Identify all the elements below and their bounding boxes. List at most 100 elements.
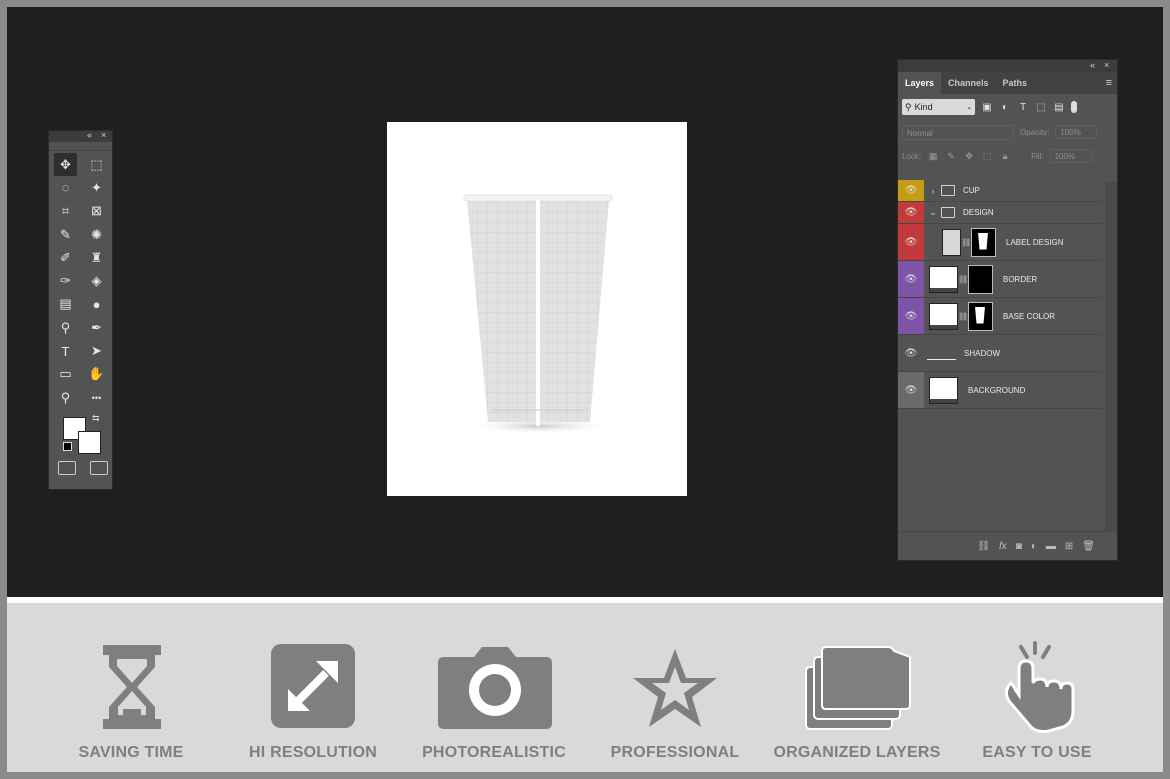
adjustment-layer-icon[interactable]: ◐ — [1031, 541, 1037, 552]
layers-panel-header[interactable]: « × — [898, 60, 1117, 72]
new-layer-icon[interactable]: ⊞ — [1065, 541, 1073, 552]
folder-icon — [941, 207, 955, 218]
tab-paths[interactable]: Paths — [996, 72, 1035, 94]
mask-link-icon[interactable]: ⛓ — [961, 238, 971, 247]
dodge-icon[interactable]: ⚲ — [54, 316, 77, 339]
blur-icon[interactable]: ● — [85, 293, 108, 316]
rectangle-shape-icon[interactable]: ▭ — [54, 363, 77, 386]
layer-row[interactable]: 👁︎ ⛓ BORDER — [898, 261, 1103, 298]
panel-menu-icon[interactable]: ≡ — [1106, 77, 1112, 89]
feature-professional: PROFESSIONAL — [608, 603, 742, 772]
visibility-eye-icon[interactable]: 👁︎ — [898, 335, 924, 371]
shape-filter-icon[interactable]: ⬚ — [1035, 101, 1047, 113]
layer-row[interactable]: 👁︎ ⛓ BASE COLOR — [898, 298, 1103, 335]
path-select-icon[interactable]: ➤ — [85, 339, 108, 362]
layer-row[interactable]: 👁︎ SHADOW — [898, 335, 1103, 372]
layer-thumbnail — [942, 228, 961, 256]
star-icon — [633, 649, 717, 727]
eyedropper-icon[interactable]: ✎ — [54, 223, 77, 246]
chevron-down-icon: ⌄ — [966, 104, 972, 111]
mask-link-icon[interactable]: ⛓ — [958, 275, 968, 284]
layer-thumbnail — [929, 265, 958, 293]
filter-kind-select[interactable]: ⚲ Kind ⌄ — [902, 99, 975, 115]
feature-photorealistic: PHOTOREALISTIC — [420, 603, 568, 772]
smart-object-filter-icon[interactable]: ▤ — [1053, 101, 1065, 113]
gradient-icon[interactable]: ▤ — [54, 293, 77, 316]
layers-panel[interactable]: « × Layers Channels Paths ≡ ⚲ Kind ⌄ ▣ ◐… — [897, 59, 1118, 561]
add-mask-icon[interactable]: ◙ — [1016, 541, 1022, 552]
lasso-icon[interactable]: ◌ — [54, 176, 77, 199]
chevron-right-icon[interactable]: › — [928, 186, 938, 196]
lock-transparent-icon[interactable]: ▦ — [927, 151, 939, 162]
close-icon[interactable]: × — [101, 130, 106, 140]
visibility-eye-icon[interactable]: 👁︎ — [898, 202, 924, 223]
pixel-filter-icon[interactable]: ▣ — [981, 101, 993, 113]
layer-row[interactable]: 👁︎ BACKGROUND — [898, 372, 1103, 409]
history-brush-icon[interactable]: ✑ — [54, 269, 77, 292]
layer-mask-thumbnail[interactable] — [971, 227, 996, 257]
mask-link-icon[interactable]: ⛓ — [958, 312, 968, 321]
layer-mask-thumbnail[interactable] — [968, 264, 993, 294]
link-layers-icon[interactable]: ⛓ — [977, 541, 990, 552]
chevron-down-icon[interactable]: ⌄ — [928, 207, 938, 218]
visibility-eye-icon[interactable]: 👁︎ — [898, 298, 924, 334]
feature-label: SAVING TIME — [78, 744, 184, 761]
visibility-eye-icon[interactable]: 👁︎ — [898, 372, 924, 408]
magic-wand-icon[interactable]: ✦ — [85, 176, 108, 199]
screen-mode-icon[interactable] — [90, 461, 108, 476]
opacity-field[interactable]: 100% — [1055, 125, 1098, 139]
eraser-icon[interactable]: ◈ — [85, 269, 108, 292]
layer-row[interactable]: 👁︎ ⌄ DESIGN — [898, 202, 1103, 224]
layer-row[interactable]: 👁︎ ⛓ LABEL DESIGN — [898, 224, 1103, 261]
layer-row[interactable]: 👁︎ › CUP — [898, 180, 1103, 202]
collapse-icon[interactable]: « — [1090, 60, 1095, 70]
collapse-icon[interactable]: « — [87, 130, 92, 140]
lock-position-icon[interactable]: ✥ — [963, 151, 975, 162]
default-colors-icon[interactable] — [63, 442, 72, 452]
lock-image-icon[interactable]: ✎ — [945, 151, 957, 162]
layer-name: SHADOW — [964, 348, 1000, 358]
move-tool-icon[interactable]: ✥ — [54, 153, 77, 177]
pen-icon[interactable]: ✒ — [85, 316, 108, 339]
toolbox-header[interactable]: « × — [49, 130, 112, 142]
filter-toggle[interactable] — [1071, 101, 1077, 113]
stamp-icon[interactable]: ♜ — [85, 246, 108, 269]
visibility-eye-icon[interactable]: 👁︎ — [898, 261, 924, 297]
delete-layer-icon[interactable]: 🗑︎ — [1082, 541, 1095, 552]
stacked-folders-icon — [805, 646, 911, 730]
toolbox-panel[interactable]: « × ✥ ⬚ ◌ ✦ ⌗ ⊠ ✎ ✺ ✐ ♜ ✑ ◈ ▤ ● ⚲ ✒ T ➤ ▭ ✋ ⚲ ••• ⇆ — [48, 130, 113, 490]
fill-label: Fill: — [1031, 151, 1044, 161]
rect-marquee-icon[interactable]: ⬚ — [85, 153, 108, 176]
blend-mode-select[interactable]: Normal — [902, 124, 1014, 140]
lock-label: Lock: — [902, 151, 922, 161]
background-color-swatch[interactable] — [78, 431, 101, 455]
fx-icon[interactable]: fx — [999, 541, 1007, 552]
toolbox-bottom — [49, 457, 112, 476]
brush-icon[interactable]: ✐ — [54, 246, 77, 269]
more-tools-icon[interactable]: ••• — [85, 386, 108, 409]
lock-all-icon[interactable]: 🔒︎ — [999, 151, 1011, 162]
hand-icon[interactable]: ✋ — [85, 363, 108, 386]
zoom-icon[interactable]: ⚲ — [54, 386, 77, 409]
visibility-eye-icon[interactable]: 👁︎ — [898, 224, 924, 260]
toolbox-grip[interactable] — [49, 142, 112, 151]
tab-channels[interactable]: Channels — [941, 72, 996, 94]
close-icon[interactable]: × — [1104, 60, 1109, 70]
frame-icon[interactable]: ⊠ — [85, 200, 108, 223]
quick-mask-icon[interactable] — [58, 461, 76, 476]
visibility-eye-icon[interactable]: 👁︎ — [898, 180, 924, 201]
crop-icon[interactable]: ⌗ — [54, 200, 77, 223]
tab-layers[interactable]: Layers — [898, 72, 942, 94]
type-filter-icon[interactable]: T — [1017, 101, 1029, 113]
lock-artboard-icon[interactable]: ⬚ — [981, 151, 993, 162]
document-canvas[interactable] — [387, 122, 687, 496]
layers-scrollbar[interactable] — [1105, 182, 1117, 536]
fill-field[interactable]: 100% — [1049, 149, 1092, 163]
patch-icon[interactable]: ✺ — [85, 223, 108, 246]
type-icon[interactable]: T — [54, 339, 77, 362]
layer-filter-row: ⚲ Kind ⌄ ▣ ◐ T ⬚ ▤ — [898, 94, 1117, 120]
swap-colors-icon[interactable]: ⇆ — [92, 413, 100, 424]
layer-mask-thumbnail[interactable] — [968, 301, 993, 331]
adjustment-filter-icon[interactable]: ◐ — [999, 101, 1011, 113]
new-group-icon[interactable]: ▬ — [1046, 541, 1056, 552]
